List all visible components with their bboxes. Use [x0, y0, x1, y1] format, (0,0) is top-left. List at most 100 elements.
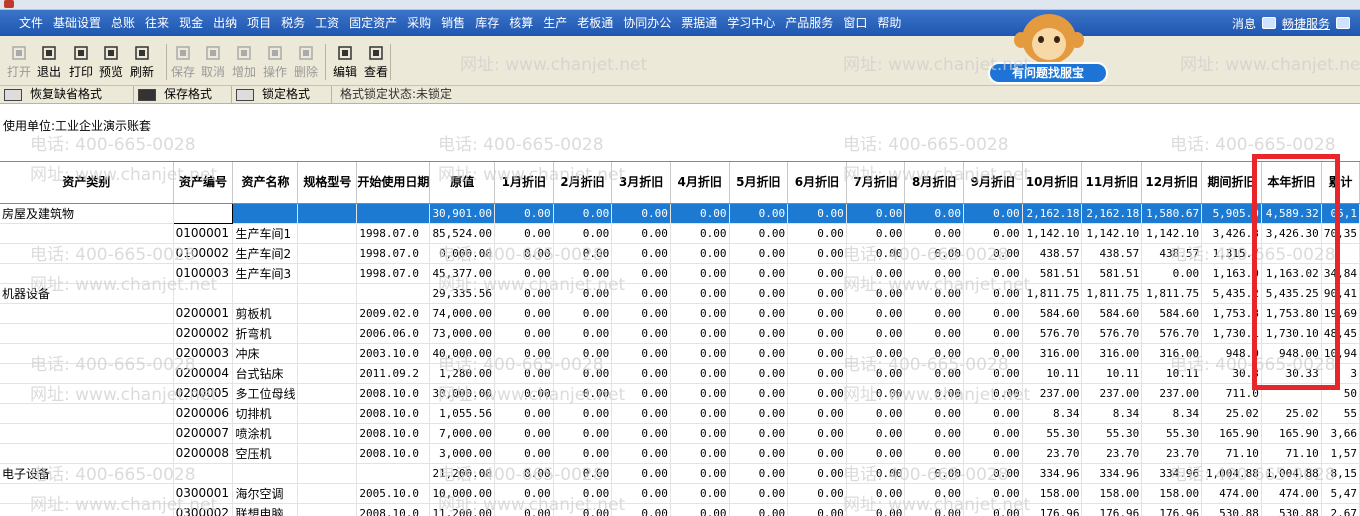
year-depreciation-cell[interactable]: 948.00 — [1261, 343, 1322, 364]
original-value-cell[interactable]: 21,200.00 — [429, 463, 496, 484]
column-header[interactable]: 1月折旧 — [494, 162, 554, 204]
column-header[interactable]: 10月折旧 — [1022, 162, 1083, 204]
monthly-depreciation-cell[interactable]: 0.00 — [787, 423, 847, 444]
monthly-depreciation-cell[interactable]: 0.00 — [846, 303, 906, 324]
monthly-depreciation-cell[interactable]: 0.00 — [904, 283, 965, 304]
monthly-depreciation-cell[interactable]: 0.00 — [611, 243, 671, 264]
year-depreciation-cell[interactable]: 25.02 — [1261, 403, 1322, 424]
monthly-depreciation-cell[interactable]: 1,142.10 — [1141, 223, 1203, 244]
year-depreciation-cell[interactable] — [1261, 383, 1322, 404]
column-header[interactable]: 累计 — [1321, 162, 1360, 204]
start-date-cell[interactable]: 2009.02.0 — [356, 303, 431, 324]
column-header[interactable]: 资产编号 — [173, 162, 234, 204]
original-value-cell[interactable]: 1,280.00 — [429, 363, 496, 384]
menu-item[interactable]: 固定资产 — [344, 10, 402, 36]
monthly-depreciation-cell[interactable]: 0.00 — [904, 363, 965, 384]
accumulated-cell[interactable]: 1,57 — [1321, 443, 1360, 464]
asset-name-cell[interactable] — [232, 283, 299, 304]
monthly-depreciation-cell[interactable]: 334.96 — [1141, 463, 1203, 484]
year-depreciation-cell[interactable]: 3,426.30 — [1261, 223, 1322, 244]
monthly-depreciation-cell[interactable]: 0.00 — [494, 483, 554, 504]
monthly-depreciation-cell[interactable]: 0.00 — [553, 263, 613, 284]
asset-name-cell[interactable]: 切排机 — [232, 403, 299, 424]
monthly-depreciation-cell[interactable]: 0.00 — [494, 463, 554, 484]
table-row[interactable]: 0100001 生产车间1 1998.07.0 85,524.00 0.00 0.00 0.… — [0, 223, 1360, 244]
monthly-depreciation-cell[interactable]: 55.30 — [1081, 423, 1143, 444]
table-row[interactable]: 0200003 冲床 2003.10.0 40,000.00 0.00 0.00 0.00 0… — [0, 343, 1360, 364]
monthly-depreciation-cell[interactable]: 0.00 — [553, 223, 613, 244]
toolbar-button[interactable]: 退出 — [34, 42, 64, 82]
accumulated-cell[interactable]: 19,69 — [1321, 303, 1360, 324]
monthly-depreciation-cell[interactable]: 0.00 — [787, 303, 847, 324]
year-depreciation-cell[interactable]: 474.00 — [1261, 483, 1322, 504]
asset-spec-cell[interactable] — [297, 363, 358, 384]
toolbar-button[interactable]: 预览 — [96, 42, 126, 82]
table-row[interactable]: 0200001 剪板机 2009.02.0 74,000.00 0.00 0.00 0.00… — [0, 303, 1360, 324]
monthly-depreciation-cell[interactable]: 0.00 — [963, 323, 1023, 344]
monthly-depreciation-cell[interactable]: 0.00 — [729, 303, 789, 324]
start-date-cell[interactable]: 2003.10.0 — [356, 343, 431, 364]
monthly-depreciation-cell[interactable]: 0.00 — [494, 303, 554, 324]
asset-category-cell[interactable] — [0, 343, 174, 364]
monthly-depreciation-cell[interactable]: 0.00 — [553, 203, 613, 224]
asset-code-cell[interactable]: 0200008 — [173, 443, 234, 464]
asset-category-cell[interactable] — [0, 503, 174, 516]
monthly-depreciation-cell[interactable]: 2,162.18 — [1022, 203, 1083, 224]
monthly-depreciation-cell[interactable]: 23.70 — [1022, 443, 1083, 464]
table-row[interactable]: 0300002 联想电脑 2008.10.0 11,200.00 0.00 0.00 0.0… — [0, 503, 1360, 516]
monthly-depreciation-cell[interactable]: 0.00 — [611, 203, 671, 224]
toolbar-button[interactable]: 保存 — [168, 42, 198, 82]
monthly-depreciation-cell[interactable]: 0.00 — [963, 283, 1023, 304]
monthly-depreciation-cell[interactable]: 0.00 — [611, 463, 671, 484]
year-depreciation-cell[interactable]: 1,004.88 — [1261, 463, 1322, 484]
monthly-depreciation-cell[interactable]: 0.00 — [553, 463, 613, 484]
monthly-depreciation-cell[interactable]: 0.00 — [846, 363, 906, 384]
asset-category-cell[interactable] — [0, 383, 174, 404]
period-depreciation-cell[interactable]: 1,315.7 — [1201, 243, 1262, 264]
monthly-depreciation-cell[interactable]: 438.57 — [1081, 243, 1143, 264]
column-header[interactable]: 5月折旧 — [729, 162, 789, 204]
monthly-depreciation-cell[interactable]: 0.00 — [611, 503, 671, 516]
asset-category-cell[interactable] — [0, 323, 174, 344]
period-depreciation-cell[interactable]: 165.90 — [1201, 423, 1262, 444]
monthly-depreciation-cell[interactable]: 2,162.18 — [1081, 203, 1143, 224]
monthly-depreciation-cell[interactable]: 0.00 — [787, 503, 847, 516]
monthly-depreciation-cell[interactable]: 581.51 — [1022, 263, 1083, 284]
monthly-depreciation-cell[interactable]: 0.00 — [611, 483, 671, 504]
monthly-depreciation-cell[interactable]: 0.00 — [904, 503, 965, 516]
column-header[interactable]: 原值 — [429, 162, 496, 204]
monthly-depreciation-cell[interactable]: 55.30 — [1141, 423, 1203, 444]
start-date-cell[interactable]: 2008.10.0 — [356, 423, 431, 444]
monthly-depreciation-cell[interactable]: 0.00 — [494, 383, 554, 404]
column-header[interactable]: 规格型号 — [297, 162, 358, 204]
start-date-cell[interactable] — [356, 203, 431, 224]
year-depreciation-cell[interactable]: 71.10 — [1261, 443, 1322, 464]
menu-item[interactable]: 项目 — [242, 10, 276, 36]
monthly-depreciation-cell[interactable]: 576.70 — [1141, 323, 1203, 344]
monthly-depreciation-cell[interactable]: 0.00 — [846, 263, 906, 284]
monthly-depreciation-cell[interactable]: 0.00 — [963, 423, 1023, 444]
monthly-depreciation-cell[interactable]: 0.00 — [611, 383, 671, 404]
asset-name-cell[interactable]: 海尔空调 — [232, 483, 299, 504]
period-depreciation-cell[interactable]: 1,730.1 — [1201, 323, 1262, 344]
menu-item[interactable]: 老板通 — [572, 10, 618, 36]
monthly-depreciation-cell[interactable]: 0.00 — [904, 243, 965, 264]
accumulated-cell[interactable]: 70,35 — [1321, 223, 1360, 244]
monthly-depreciation-cell[interactable]: 0.00 — [670, 403, 730, 424]
monthly-depreciation-cell[interactable]: 0.00 — [1141, 263, 1203, 284]
period-depreciation-cell[interactable]: 711.0 — [1201, 383, 1262, 404]
monthly-depreciation-cell[interactable]: 158.00 — [1022, 483, 1083, 504]
monthly-depreciation-cell[interactable]: 158.00 — [1081, 483, 1143, 504]
monthly-depreciation-cell[interactable]: 0.00 — [494, 443, 554, 464]
menu-item[interactable]: 出纳 — [208, 10, 242, 36]
monthly-depreciation-cell[interactable]: 0.00 — [904, 423, 965, 444]
monthly-depreciation-cell[interactable]: 0.00 — [963, 363, 1023, 384]
monthly-depreciation-cell[interactable]: 0.00 — [846, 403, 906, 424]
column-header[interactable]: 资产名称 — [232, 162, 299, 204]
monthly-depreciation-cell[interactable]: 0.00 — [846, 443, 906, 464]
monthly-depreciation-cell[interactable]: 584.60 — [1022, 303, 1083, 324]
monthly-depreciation-cell[interactable]: 1,580.67 — [1141, 203, 1203, 224]
monthly-depreciation-cell[interactable]: 0.00 — [553, 503, 613, 516]
column-header[interactable]: 8月折旧 — [904, 162, 965, 204]
year-depreciation-cell[interactable]: 5,435.25 — [1261, 283, 1322, 304]
